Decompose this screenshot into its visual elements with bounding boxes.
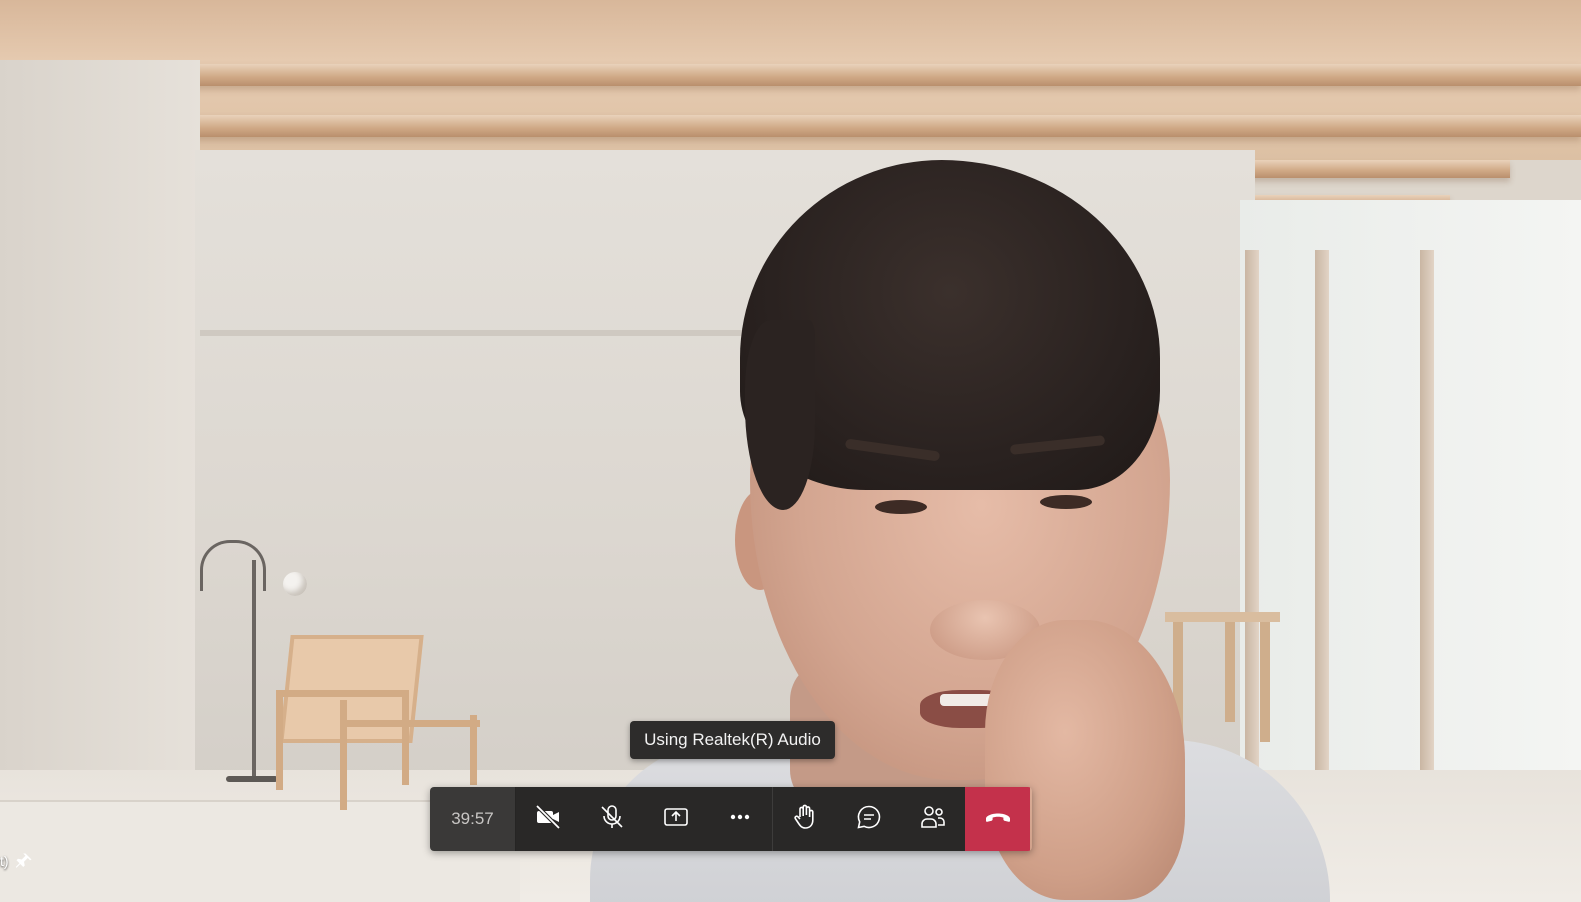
mic-toggle-button[interactable] bbox=[580, 787, 644, 851]
raise-hand-button[interactable] bbox=[773, 787, 837, 851]
chair-arm bbox=[340, 720, 480, 727]
share-screen-icon bbox=[662, 803, 690, 836]
raise-hand-icon bbox=[791, 803, 819, 836]
participant-eye bbox=[875, 500, 927, 514]
chair-leg bbox=[402, 690, 409, 785]
background-wall-left bbox=[0, 60, 200, 860]
chair-arm bbox=[276, 690, 406, 697]
more-options-button[interactable] bbox=[708, 787, 772, 851]
chair-leg bbox=[340, 700, 347, 810]
call-timer: 39:57 bbox=[430, 787, 516, 851]
mic-off-icon bbox=[598, 803, 626, 836]
background-beam bbox=[70, 64, 1581, 86]
participant-video bbox=[0, 0, 1581, 902]
share-screen-button[interactable] bbox=[644, 787, 708, 851]
call-controls-bar: 39:57 bbox=[430, 787, 1032, 851]
media-controls bbox=[516, 787, 773, 851]
meeting-stage: t) Using Realtek(R) Audio 39:57 bbox=[0, 0, 1581, 902]
pin-icon[interactable] bbox=[15, 852, 33, 870]
participant-name-text: t) bbox=[0, 853, 9, 869]
camera-off-icon bbox=[534, 803, 562, 836]
chat-button[interactable] bbox=[837, 787, 901, 851]
more-options-icon bbox=[726, 803, 754, 836]
window-mullion bbox=[1420, 250, 1434, 770]
floor-lamp-pole bbox=[252, 560, 256, 780]
participant-name-label: t) bbox=[0, 850, 33, 872]
meeting-controls bbox=[773, 787, 965, 851]
participants-icon bbox=[919, 803, 947, 836]
participants-button[interactable] bbox=[901, 787, 965, 851]
floor-lamp-base bbox=[226, 776, 278, 782]
device-tooltip: Using Realtek(R) Audio bbox=[630, 721, 835, 759]
floor-lamp bbox=[200, 540, 266, 591]
camera-toggle-button[interactable] bbox=[516, 787, 580, 851]
participant-hand bbox=[985, 620, 1185, 900]
hang-up-icon bbox=[983, 802, 1013, 837]
participant-eye bbox=[1040, 495, 1092, 509]
background-beam bbox=[140, 115, 1581, 137]
chat-icon bbox=[855, 803, 883, 836]
chair-leg bbox=[276, 690, 283, 790]
floor-lamp-bulb bbox=[283, 572, 307, 596]
hang-up-button[interactable] bbox=[965, 787, 1030, 851]
